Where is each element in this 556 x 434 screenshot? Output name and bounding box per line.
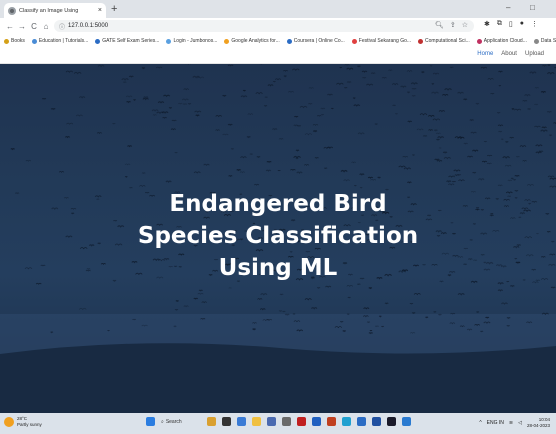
browser-window: Classify an Image Using × + – □ ← → C ⌂ … <box>0 0 556 434</box>
bookmark-icon <box>286 38 292 44</box>
close-tab-icon[interactable]: × <box>98 7 102 14</box>
bookmark-item[interactable]: Coursera | Online Co... <box>286 38 345 44</box>
taskbar-apps: ⌕ Search <box>146 417 411 426</box>
windows-start-icon[interactable] <box>146 417 155 426</box>
browser-toolbar: ← → C ⌂ ⓘ 127.0.0.1:5000 🔍︎ ⇪ ☆ ✱ ⧉ ▯ ● … <box>0 18 556 34</box>
bookmark-item[interactable]: Data Science: MCD... <box>533 38 556 44</box>
bookmark-item[interactable]: Festival Sekarang Go... <box>351 38 412 44</box>
sidebar-icon[interactable]: ▯ <box>509 20 513 28</box>
home-button[interactable]: ⌂ <box>40 22 52 31</box>
favicon-icon <box>8 6 16 15</box>
lang-indicator[interactable]: ENG IN <box>487 420 504 426</box>
app-icon[interactable] <box>327 417 336 426</box>
bookmark-item[interactable]: Application Cloud... <box>476 38 527 44</box>
menu-icon[interactable]: ⋮ <box>531 20 538 28</box>
bookmark-item[interactable]: GATE Self Exam Series... <box>95 38 159 44</box>
system-tray: ^ ENG IN ≋ ◁ 10:04 28-04-2023 <box>479 417 550 429</box>
bookmark-label: Data Science: MCD... <box>540 38 556 44</box>
maximize-button[interactable]: □ <box>530 3 535 12</box>
profile-icon[interactable]: ● <box>520 20 524 28</box>
word-icon[interactable] <box>312 417 321 426</box>
nav-about-link[interactable]: About <box>501 51 517 57</box>
bookmark-label: Education | Tutorials... <box>38 38 89 44</box>
search-icon[interactable]: 🔍︎ <box>435 21 444 29</box>
share-icon[interactable]: ⇪ <box>450 21 456 29</box>
taskbar-search[interactable]: ⌕ Search <box>161 419 201 425</box>
volume-icon[interactable]: ◁ <box>518 420 522 426</box>
new-tab-button[interactable]: + <box>111 3 117 15</box>
hero-title-line-2: Species Classification <box>137 223 419 249</box>
tab-strip: Classify an Image Using × + – □ <box>0 0 556 18</box>
clock[interactable]: 10:04 28-04-2023 <box>527 417 550 429</box>
puzzle-icon[interactable]: ⧉ <box>497 20 502 28</box>
widgets-icon[interactable] <box>207 417 216 426</box>
taskbar: 28°C Partly sunny ⌕ Search ^ ENG IN ≋ ◁ … <box>0 413 556 434</box>
bookmark-label: Books <box>11 38 25 44</box>
bookmark-item[interactable]: Google Analytics for... <box>224 38 280 44</box>
nav-upload-link[interactable]: Upload <box>525 51 544 57</box>
bookmark-item[interactable]: Computational Sci... <box>418 38 470 44</box>
bookmark-icon <box>166 38 172 44</box>
bookmarks-bar: Books Education | Tutorials... GATE Self E… <box>0 34 556 48</box>
reload-button[interactable]: C <box>28 22 40 31</box>
bookmark-label: Coursera | Online Co... <box>293 38 345 44</box>
hero-title-line-1: Endangered Bird <box>169 191 387 217</box>
bookmark-label: Google Analytics for... <box>231 38 280 44</box>
tab-title: Classify an Image Using <box>19 7 79 14</box>
bookmark-item[interactable]: Login - Jumbonos... <box>166 38 217 44</box>
bookmark-icon <box>31 38 37 44</box>
clock-date: 28-04-2023 <box>526 423 550 428</box>
nav-home-link[interactable]: Home <box>477 51 493 57</box>
address-bar[interactable]: ⓘ 127.0.0.1:5000 🔍︎ ⇪ ☆ <box>54 20 474 32</box>
app-icon[interactable] <box>297 417 306 426</box>
bookmark-label: Computational Sci... <box>425 38 470 44</box>
app-icon[interactable] <box>372 417 381 426</box>
bookmark-label: GATE Self Exam Series... <box>102 38 160 44</box>
back-button[interactable]: ← <box>4 22 16 31</box>
browser-tab[interactable]: Classify an Image Using × <box>4 3 106 18</box>
site-header: Home About Upload <box>0 48 556 64</box>
bookmark-icon <box>418 38 424 44</box>
vscode-icon[interactable] <box>402 417 411 426</box>
search-label: Search <box>165 418 182 425</box>
search-icon: ⌕ <box>161 418 164 425</box>
chrome-icon[interactable] <box>357 417 366 426</box>
site-nav: Home About Upload <box>477 51 544 57</box>
task-view-icon[interactable] <box>222 417 231 426</box>
weather-widget[interactable]: 28°C Partly sunny <box>4 416 42 428</box>
url-text: 127.0.0.1:5000 <box>68 23 109 29</box>
edge-icon[interactable] <box>237 417 246 426</box>
bookmark-item[interactable]: Education | Tutorials... <box>31 38 89 44</box>
wifi-icon[interactable]: ≋ <box>509 420 513 426</box>
sun-icon <box>4 417 14 427</box>
file-explorer-icon[interactable] <box>252 417 261 426</box>
bookmark-label: Festival Sekarang Go... <box>358 38 412 44</box>
hero-title: Endangered Bird Species Classification U… <box>0 188 556 284</box>
forward-button[interactable]: → <box>16 22 28 31</box>
hero-section: Endangered Bird Species Classification U… <box>0 64 556 413</box>
star-icon[interactable]: ☆ <box>462 21 468 29</box>
bookmark-icon <box>351 38 357 44</box>
extension-icons: ✱ ⧉ ▯ ● ⋮ <box>484 20 538 28</box>
chevron-up-icon[interactable]: ^ <box>479 420 481 426</box>
bookmark-icon <box>4 38 9 44</box>
x-icon[interactable] <box>387 417 396 426</box>
store-icon[interactable] <box>267 417 276 426</box>
minimize-button[interactable]: – <box>506 3 510 12</box>
extension-icon[interactable]: ✱ <box>484 20 490 28</box>
bookmark-icon <box>476 38 482 44</box>
info-icon[interactable]: ⓘ <box>59 22 65 31</box>
app-icon[interactable] <box>342 417 351 426</box>
bookmark-item[interactable]: Books <box>4 38 25 44</box>
bookmark-label: Login - Jumbonos... <box>173 38 218 44</box>
hero-title-line-3: Using ML <box>218 255 338 281</box>
bookmark-icon <box>224 38 230 44</box>
bookmark-icon <box>533 38 539 44</box>
bookmark-icon <box>95 38 101 44</box>
app-icon[interactable] <box>282 417 291 426</box>
bookmark-label: Application Cloud... <box>483 38 527 44</box>
weather-desc: Partly sunny <box>17 422 42 427</box>
